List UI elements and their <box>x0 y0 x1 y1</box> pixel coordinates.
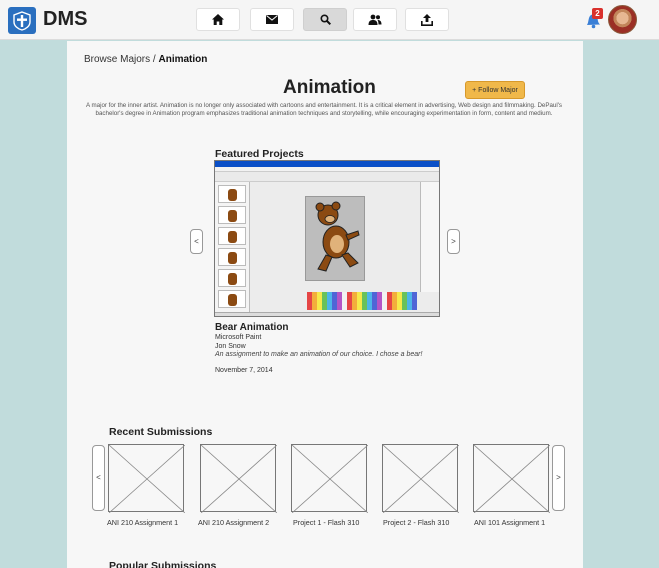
featured-prev-button[interactable]: < <box>190 229 203 254</box>
nav-home-button[interactable] <box>196 8 240 31</box>
home-icon <box>212 14 224 25</box>
featured-project-caption: An assignment to make an animation of ou… <box>215 351 423 358</box>
breadcrumb-parent-link[interactable]: Browse Majors <box>84 54 150 65</box>
nav-people-button[interactable] <box>353 8 397 31</box>
frame-thumbnail <box>218 290 246 308</box>
upload-icon <box>421 13 433 26</box>
recent-prev-button[interactable]: < <box>92 445 105 511</box>
image-placeholder-icon <box>109 445 185 513</box>
frame-thumbnail <box>218 269 246 287</box>
screenshot-frame-strip <box>215 182 250 312</box>
submission-thumbnail[interactable] <box>473 444 550 513</box>
image-placeholder-icon <box>383 445 459 513</box>
featured-project-title[interactable]: Bear Animation <box>215 322 289 333</box>
submission-thumbnail[interactable] <box>291 444 368 513</box>
image-placeholder-icon <box>201 445 277 513</box>
bear-drawing-icon <box>315 201 360 272</box>
envelope-icon <box>266 15 278 24</box>
featured-project-image[interactable] <box>214 160 440 317</box>
submission-label[interactable]: Project 1 - Flash 310 <box>293 518 359 527</box>
screenshot-tool-panel <box>420 182 439 292</box>
follow-major-button[interactable]: + Follow Major <box>465 81 525 99</box>
frame-thumbnail <box>218 185 246 203</box>
featured-next-button[interactable]: > <box>447 229 460 254</box>
users-icon <box>368 14 382 25</box>
user-avatar[interactable] <box>608 5 637 34</box>
nav-upload-button[interactable] <box>405 8 449 31</box>
screenshot-color-palette <box>307 292 417 310</box>
submission-label[interactable]: ANI 101 Assignment 1 <box>474 518 545 527</box>
frame-thumbnail <box>218 227 246 245</box>
notification-count-badge: 2 <box>592 8 603 19</box>
dms-logo[interactable] <box>8 7 36 34</box>
image-placeholder-icon <box>292 445 368 513</box>
screenshot-toolbar <box>215 172 439 182</box>
nav-messages-button[interactable] <box>250 8 294 31</box>
recent-submissions-heading: Recent Submissions <box>109 426 213 438</box>
cross-logo-icon <box>13 10 31 31</box>
featured-project-tool: Microsoft Paint <box>215 334 262 341</box>
screenshot-statusbar <box>215 312 439 316</box>
frame-thumbnail <box>218 206 246 224</box>
popular-submissions-heading: Popular Submissions <box>109 560 217 568</box>
top-nav: DMS 2 <box>0 0 659 40</box>
featured-project-author[interactable]: Jon Snow <box>215 343 246 350</box>
major-description: A major for the inner artist. Animation … <box>85 102 563 117</box>
image-placeholder-icon <box>474 445 550 513</box>
recent-next-button[interactable]: > <box>552 445 565 511</box>
frame-thumbnail <box>218 248 246 266</box>
submission-label[interactable]: Project 2 - Flash 310 <box>383 518 449 527</box>
nav-search-button[interactable] <box>303 8 347 31</box>
submission-thumbnail[interactable] <box>200 444 277 513</box>
breadcrumb: Browse Majors / Animation <box>84 54 207 65</box>
brand-name[interactable]: DMS <box>43 7 87 31</box>
breadcrumb-current: Animation <box>158 54 208 65</box>
screenshot-canvas <box>305 196 365 281</box>
featured-project-date: November 7, 2014 <box>215 367 273 374</box>
search-icon <box>319 14 331 25</box>
submission-thumbnail[interactable] <box>108 444 185 513</box>
page-title: Animation <box>283 77 376 98</box>
submission-label[interactable]: ANI 210 Assignment 1 <box>107 518 178 527</box>
submission-label[interactable]: ANI 210 Assignment 2 <box>198 518 269 527</box>
featured-projects-heading: Featured Projects <box>215 148 304 160</box>
submission-thumbnail[interactable] <box>382 444 459 513</box>
